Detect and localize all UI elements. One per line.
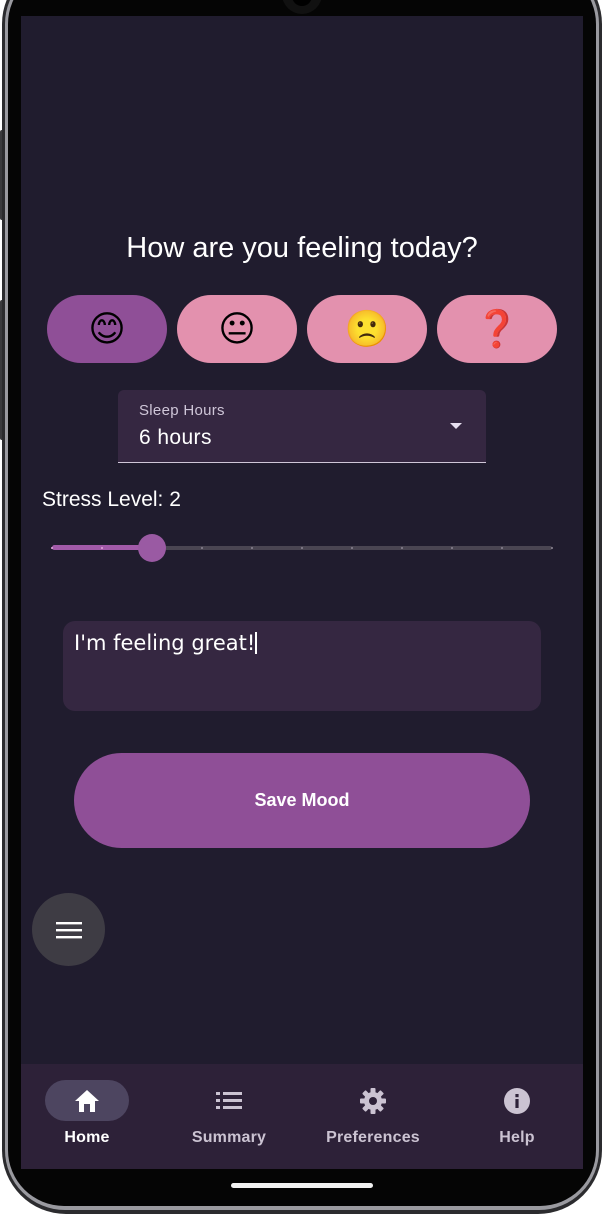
nav-item-summary[interactable]: Summary: [153, 1064, 305, 1169]
nav-item-preferences[interactable]: Preferences: [305, 1064, 441, 1169]
dropdown-arrow-icon: [450, 423, 462, 429]
stress-level-slider[interactable]: [51, 531, 553, 563]
save-mood-button[interactable]: Save Mood: [74, 753, 530, 848]
mood-emoji: ❓: [474, 309, 520, 350]
sleep-hours-value: 6 hours: [139, 426, 212, 449]
slider-tick: [201, 547, 203, 549]
mood-button-happy[interactable]: 😊: [47, 295, 167, 363]
slider-tick: [351, 547, 353, 549]
app-screen: How are you feeling today? 😊 😐 🙁 ❓ Sleep…: [21, 16, 583, 1169]
list-icon: [216, 1091, 242, 1109]
device: How are you feeling today? 😊 😐 🙁 ❓ Sleep…: [0, 0, 604, 1216]
slider-tick: [101, 547, 103, 549]
mood-button-unsure[interactable]: ❓: [437, 295, 557, 363]
text-cursor: [255, 632, 258, 654]
sleep-hours-dropdown[interactable]: Sleep Hours 6 hours: [118, 390, 486, 463]
slider-thumb[interactable]: [138, 534, 166, 562]
slider-tick: [301, 547, 303, 549]
mood-note-input[interactable]: I'm feeling great!: [63, 621, 541, 711]
slider-tick: [501, 547, 503, 549]
slider-tick: [551, 547, 553, 549]
nav-label-summary: Summary: [191, 1129, 267, 1146]
nav-active-indicator: [45, 1080, 129, 1121]
sleep-hours-label: Sleep Hours: [139, 402, 225, 419]
nav-icon-holder: [331, 1080, 415, 1121]
nav-item-home[interactable]: Home: [21, 1064, 153, 1169]
slider-tick: [251, 547, 253, 549]
nav-label-home: Home: [64, 1129, 110, 1146]
menu-icon: [55, 921, 82, 938]
nav-label-help: Help: [499, 1129, 535, 1146]
nav-item-help[interactable]: Help: [441, 1064, 583, 1169]
bottom-navigation: Home Summary Preferences Help: [21, 1064, 583, 1169]
menu-fab[interactable]: [32, 893, 105, 966]
nav-icon-holder: [187, 1080, 271, 1121]
mood-note-text: I'm feeling great!: [74, 631, 256, 655]
home-icon: [75, 1089, 99, 1112]
mood-emoji: 😐: [218, 308, 256, 350]
gear-icon: [360, 1087, 386, 1114]
slider-tick: [451, 547, 453, 549]
nav-icon-holder: [475, 1080, 559, 1121]
mood-emoji: 🙁: [344, 309, 390, 350]
nav-label-preferences: Preferences: [326, 1129, 420, 1146]
slider-tick: [51, 547, 53, 549]
mood-button-neutral[interactable]: 😐: [177, 295, 297, 363]
mood-selector: 😊 😐 🙁 ❓: [47, 295, 557, 363]
mood-emoji: 😊: [88, 308, 126, 350]
page-title: How are you feeling today?: [126, 232, 478, 264]
mood-button-sad[interactable]: 🙁: [307, 295, 427, 363]
stress-level-label: Stress Level: 2: [42, 488, 181, 511]
slider-tick: [401, 547, 403, 549]
info-icon: [504, 1087, 530, 1114]
home-indicator[interactable]: [231, 1183, 373, 1188]
